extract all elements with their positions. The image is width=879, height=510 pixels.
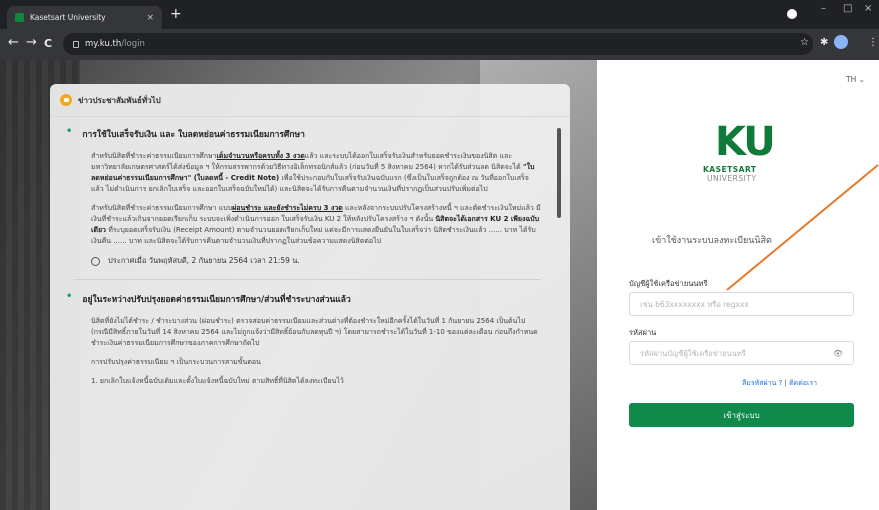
help-links: ลืมรหัสผ่าน ? | ติดต่อเรา <box>742 378 817 389</box>
minimize-button[interactable]: – <box>821 3 826 14</box>
lock-icon <box>73 40 79 48</box>
username-field[interactable] <box>629 292 854 316</box>
username-input[interactable] <box>640 299 843 309</box>
maximize-button[interactable]: □ <box>843 3 852 14</box>
contact-link[interactable]: ติดต่อเรา <box>789 379 817 387</box>
news-header: ข่าวประชาสัมพันธ์ทั่วไป <box>50 84 570 117</box>
clock-icon <box>91 256 100 266</box>
announced-date: ประกาศเมื่อ วันพฤหัสบดี, 2 กันยายน 2564 … <box>91 255 541 267</box>
new-tab-button[interactable]: + <box>170 7 182 21</box>
url-path: /login <box>121 39 145 49</box>
news-panel: ข่าวประชาสัมพันธ์ทั่วไป • การใช้ใบเสร็จร… <box>50 84 570 510</box>
url-host: my.ku.th <box>85 39 122 49</box>
logo-university: UNIVERSITY <box>707 174 757 183</box>
forward-button[interactable]: → <box>26 35 37 50</box>
news-paragraph: สำหรับนิสิตที่ชำระค่าธรรมเนียมการศึกษาเต… <box>91 152 535 193</box>
show-password-icon[interactable]: 👁 <box>833 349 843 358</box>
browser-tab[interactable]: Kasetsart University × <box>7 6 162 29</box>
forgot-password-link[interactable]: ลืมรหัสผ่าน ? <box>742 379 782 387</box>
news-item-title: • การใช้ใบเสร็จรับเงิน และ ใบลดหย่อนค่าธ… <box>66 126 305 141</box>
reload-button[interactable]: C <box>44 37 52 50</box>
browser-toolbar: ← → C my.ku.th/login ☆ ✱ ⋮ <box>0 29 879 60</box>
password-label: รหัสผ่าน <box>629 328 657 337</box>
password-input[interactable] <box>640 348 829 358</box>
login-title: เข้าใช้งานระบบลงทะเบียนนิสิต <box>652 236 772 246</box>
news-paragraph: การปรับปรุงค่าธรรมเนียม ฯ เป็นกระบวนการส… <box>91 358 261 366</box>
news-list[interactable]: • การใช้ใบเสร็จรับเงิน และ ใบลดหย่อนค่าธ… <box>50 117 555 510</box>
bullet-icon: • <box>66 126 73 137</box>
news-item-title: • อยู่ในระหว่างปรับปรุงยอดค่าธรรมเนียมกา… <box>66 291 351 306</box>
news-paragraph: สำหรับนิสิตที่ชำระค่าธรรมเนียมการศึกษา แ… <box>91 204 541 245</box>
password-field[interactable]: 👁 <box>629 341 854 365</box>
news-paragraph: 1. ยกเลิกใบแจ้งหนี้ฉบับเดิมและตั้งใบแจ้ง… <box>91 377 344 385</box>
news-scrollbar[interactable] <box>557 128 561 218</box>
news-header-title: ข่าวประชาสัมพันธ์ทั่วไป <box>78 95 161 105</box>
news-paragraph: นิสิตที่ยังไม่ได้ชำระ / ชำระบางส่วน (ผ่อ… <box>91 317 538 347</box>
extensions-icon[interactable]: ✱ <box>820 37 828 48</box>
profile-avatar[interactable] <box>834 35 848 49</box>
language-selector[interactable]: TH ⌄ <box>846 75 865 84</box>
profile-indicator-icon[interactable] <box>787 9 797 19</box>
username-label: บัญชีผู้ใช้เครือข่ายนนทรี <box>629 279 708 288</box>
login-button[interactable]: เข้าสู่ระบบ <box>629 403 854 427</box>
favicon-icon <box>15 13 24 22</box>
tab-title: Kasetsart University <box>30 13 106 22</box>
divider <box>74 279 541 280</box>
logo-kasetsart: KASETSART <box>703 165 757 174</box>
close-window-button[interactable]: × <box>864 3 872 14</box>
announcement-icon <box>60 94 72 106</box>
ku-logo: KU <box>715 119 776 165</box>
menu-icon[interactable]: ⋮ <box>868 37 878 48</box>
login-panel: TH ⌄ KU KASETSART UNIVERSITY เข้าใช้งานร… <box>597 60 879 510</box>
address-bar[interactable]: my.ku.th/login <box>63 33 813 55</box>
bookmark-star-icon[interactable]: ☆ <box>800 37 809 48</box>
link-separator: | <box>784 379 787 387</box>
bullet-icon: • <box>66 291 73 302</box>
back-button[interactable]: ← <box>8 35 19 50</box>
tab-close-icon[interactable]: × <box>146 13 154 23</box>
browser-tabbar: Kasetsart University × + – □ × <box>0 0 879 29</box>
